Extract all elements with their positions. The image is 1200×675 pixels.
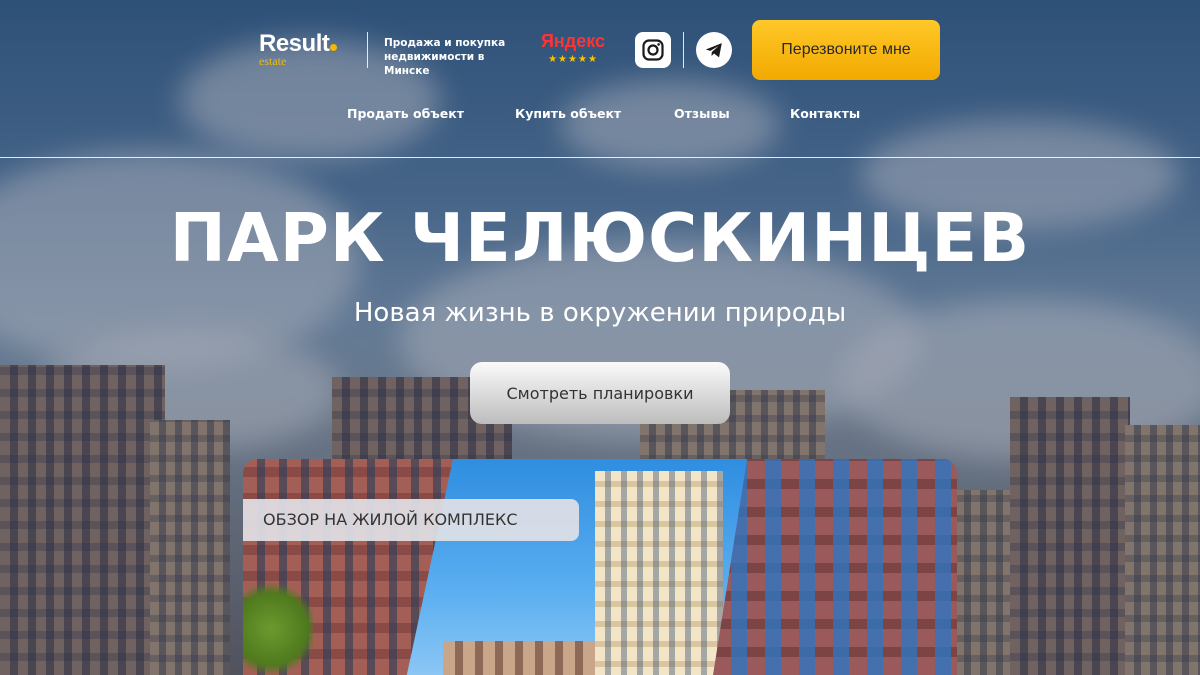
logo-word: Result	[259, 30, 330, 57]
nav-item-sell[interactable]: Продать объект	[347, 106, 464, 121]
building-image	[595, 471, 723, 675]
instagram-icon	[642, 39, 664, 61]
nav-item-buy[interactable]: Купить объект	[515, 106, 621, 121]
rating-stars: ★★★★★	[548, 54, 598, 65]
tree-image	[243, 579, 313, 675]
yandex-name: Яндекс	[540, 31, 606, 51]
building-image	[443, 641, 603, 675]
nav-item-reviews[interactable]: Отзывы	[674, 106, 730, 121]
nav-divider	[0, 157, 1200, 158]
telegram-button[interactable]	[696, 32, 732, 68]
video-badge: ОБЗОР НА ЖИЛОЙ КОМПЛЕКС	[243, 499, 579, 541]
logo[interactable]: Result estate	[259, 30, 338, 67]
nav-item-contacts[interactable]: Контакты	[790, 106, 860, 121]
telegram-icon	[705, 43, 722, 58]
header-tagline: Продажа и покупка недвижимости в Минске	[384, 37, 506, 77]
callback-button[interactable]: Перезвоните мне	[752, 20, 940, 80]
page-title: ПАРК ЧЕЛЮСКИНЦЕВ	[169, 199, 1031, 277]
view-plans-button[interactable]: Смотреть планировки	[470, 362, 730, 424]
header: Result estate Продажа и покупка недвижим…	[0, 20, 1200, 80]
logo-dot	[330, 44, 338, 51]
yandex-rating[interactable]: Яндекс ★★★★★	[538, 31, 608, 66]
video-preview[interactable]: ОБЗОР НА ЖИЛОЙ КОМПЛЕКС	[243, 459, 957, 675]
social-divider	[683, 32, 684, 68]
yandex-logo: Яндекс	[538, 31, 608, 51]
building-image	[713, 459, 957, 675]
instagram-button[interactable]	[635, 32, 671, 68]
hero-subtitle: Новая жизнь в окружении природы	[353, 298, 847, 328]
header-divider	[367, 32, 368, 68]
main-nav: Продать объект Купить объект Отзывы Конт…	[0, 106, 1200, 126]
